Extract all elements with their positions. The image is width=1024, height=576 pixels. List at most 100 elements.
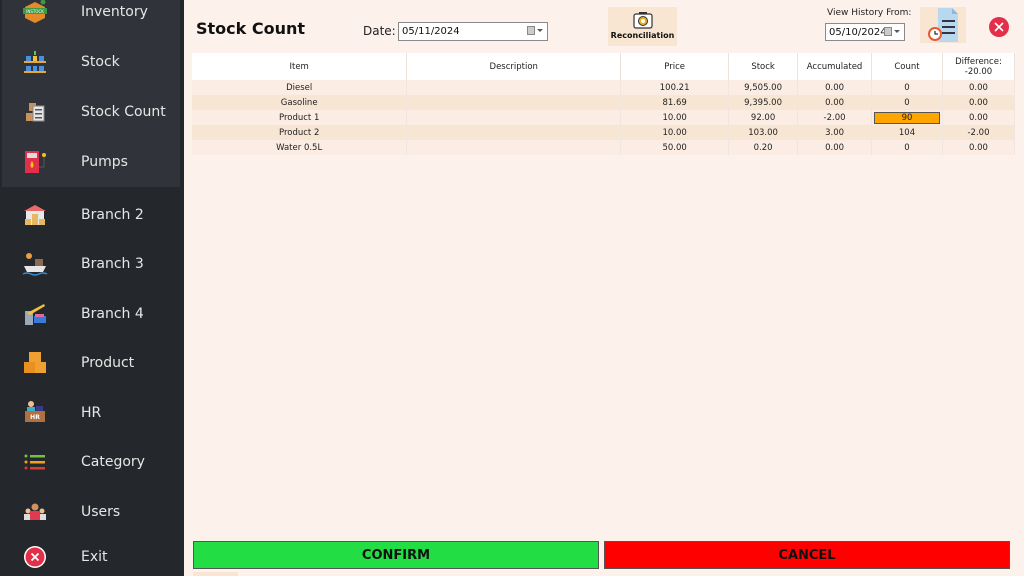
cell-stock: 0.20 — [728, 140, 799, 155]
cell-difference: 0.00 — [942, 95, 1016, 110]
svg-text:HR: HR — [30, 414, 40, 421]
cell-difference: 0.00 — [942, 140, 1016, 155]
sidebar-item-label: Branch 4 — [81, 306, 144, 322]
sidebar-item-stock-count[interactable]: Stock Count — [0, 92, 180, 132]
column-header-accumulated[interactable]: Accumulated — [797, 53, 873, 80]
sidebar-item-label: Product — [81, 355, 135, 371]
cell-price: 100.21 — [620, 80, 730, 95]
cell-item: Gasoline — [192, 95, 408, 110]
sidebar-item-label: Branch 3 — [81, 256, 144, 272]
cell-stock: 9,505.00 — [728, 80, 799, 95]
column-header-description[interactable]: Description — [406, 53, 622, 80]
sidebar-item-label: Category — [81, 454, 145, 470]
cell-description — [406, 95, 622, 110]
cell-count[interactable]: 0 — [871, 95, 943, 110]
cancel-button[interactable]: CANCEL — [604, 541, 1010, 569]
sidebar-item-label: Users — [81, 504, 121, 520]
close-icon — [994, 22, 1004, 32]
reconciliation-label: Reconciliation — [610, 31, 675, 40]
sidebar-item-label: Branch 2 — [81, 207, 144, 223]
table-header-row: Item Description Price Stock Accumulated… — [192, 53, 1016, 80]
sidebar-item-label: Exit — [81, 549, 108, 565]
sidebar-item-exit[interactable]: Exit — [0, 537, 180, 576]
column-header-count[interactable]: Count — [871, 53, 943, 80]
history-date-picker[interactable]: 05/10/2024 — [825, 23, 905, 41]
inventory-box-icon: INSTOCK — [22, 0, 48, 25]
users-icon — [22, 499, 48, 525]
table-row[interactable]: Gasoline 81.69 9,395.00 0.00 0 0.00 — [192, 95, 1016, 110]
sidebar-item-branch-2[interactable]: Branch 2 — [0, 195, 180, 235]
cell-count[interactable]: 0 — [871, 140, 943, 155]
cell-price: 10.00 — [620, 125, 730, 140]
close-button[interactable] — [989, 17, 1009, 37]
column-header-item[interactable]: Item — [192, 53, 408, 80]
cell-description — [406, 110, 622, 125]
crane-icon — [22, 301, 48, 327]
cell-price: 10.00 — [620, 110, 730, 125]
cell-count-editing[interactable]: 90 — [871, 110, 943, 125]
sidebar-item-label: HR — [81, 405, 102, 421]
sidebar-item-inventory[interactable]: INSTOCK Inventory — [0, 0, 180, 32]
sidebar-item-branch-3[interactable]: Branch 3 — [0, 244, 180, 284]
cell-count[interactable]: 104 — [871, 125, 943, 140]
calendar-dropdown-icon[interactable] — [884, 27, 900, 36]
sidebar-item-label: Stock Count — [81, 104, 166, 120]
cell-description — [406, 125, 622, 140]
cell-price: 50.00 — [620, 140, 730, 155]
status-strip — [193, 572, 238, 576]
stock-count-panel: Stock Count Date: 05/11/2024 Reconciliat… — [184, 0, 1024, 576]
cell-item: Water 0.5L — [192, 140, 408, 155]
calendar-dropdown-icon[interactable] — [527, 26, 543, 35]
sidebar-item-category[interactable]: Category — [0, 442, 180, 482]
reconciliation-icon — [632, 12, 653, 29]
table-row[interactable]: Product 1 10.00 92.00 -2.00 90 0.00 — [192, 110, 1016, 125]
cell-accumulated: 0.00 — [797, 140, 873, 155]
cell-accumulated: 0.00 — [797, 95, 873, 110]
column-header-stock[interactable]: Stock — [728, 53, 799, 80]
warehouse-icon — [22, 202, 48, 228]
cell-stock: 92.00 — [728, 110, 799, 125]
date-label: Date: — [363, 24, 396, 38]
confirm-button[interactable]: CONFIRM — [193, 541, 599, 569]
sidebar-item-branch-4[interactable]: Branch 4 — [0, 294, 180, 334]
exit-icon — [22, 544, 48, 570]
sidebar: INSTOCK Inventory Stock Stock Count Pump… — [0, 0, 184, 576]
reconciliation-button[interactable]: Reconciliation — [608, 7, 677, 46]
svg-text:INSTOCK: INSTOCK — [26, 9, 44, 14]
table-row[interactable]: Diesel 100.21 9,505.00 0.00 0 0.00 — [192, 80, 1016, 95]
view-history-button[interactable] — [920, 7, 966, 43]
table-row[interactable]: Water 0.5L 50.00 0.20 0.00 0 0.00 — [192, 140, 1016, 155]
cell-difference: 0.00 — [942, 110, 1016, 125]
count-input[interactable]: 90 — [874, 111, 940, 124]
page-title: Stock Count — [196, 19, 306, 38]
cell-accumulated: 0.00 — [797, 80, 873, 95]
cell-accumulated: -2.00 — [797, 110, 873, 125]
cell-item: Diesel — [192, 80, 408, 95]
sidebar-item-product[interactable]: Product — [0, 343, 180, 383]
cell-difference: 0.00 — [942, 80, 1016, 95]
cell-difference: -2.00 — [942, 125, 1016, 140]
history-label: View History From: — [827, 8, 912, 18]
sidebar-item-users[interactable]: Users — [0, 492, 180, 532]
sidebar-item-pumps[interactable]: Pumps — [0, 142, 180, 182]
table-row[interactable]: Product 2 10.00 103.00 3.00 104 -2.00 — [192, 125, 1016, 140]
history-date-value: 05/10/2024 — [829, 26, 887, 38]
difference-label: Difference: — [955, 56, 1002, 67]
cell-item: Product 1 — [192, 110, 408, 125]
list-icon — [22, 449, 48, 475]
column-header-price[interactable]: Price — [620, 53, 730, 80]
stock-count-icon — [22, 99, 48, 125]
history-document-icon — [928, 8, 958, 42]
ship-icon — [22, 251, 48, 277]
column-header-difference[interactable]: Difference: -20.00 — [942, 53, 1016, 80]
boxes-icon — [22, 350, 48, 376]
cell-stock: 103.00 — [728, 125, 799, 140]
date-picker[interactable]: 05/11/2024 — [398, 22, 548, 41]
difference-total: -20.00 — [964, 66, 993, 77]
fuel-pump-icon — [22, 149, 48, 175]
sidebar-item-hr[interactable]: HR HR — [0, 393, 180, 433]
cell-stock: 9,395.00 — [728, 95, 799, 110]
cell-description — [406, 140, 622, 155]
cell-count[interactable]: 0 — [871, 80, 943, 95]
sidebar-item-stock[interactable]: Stock — [0, 42, 180, 82]
